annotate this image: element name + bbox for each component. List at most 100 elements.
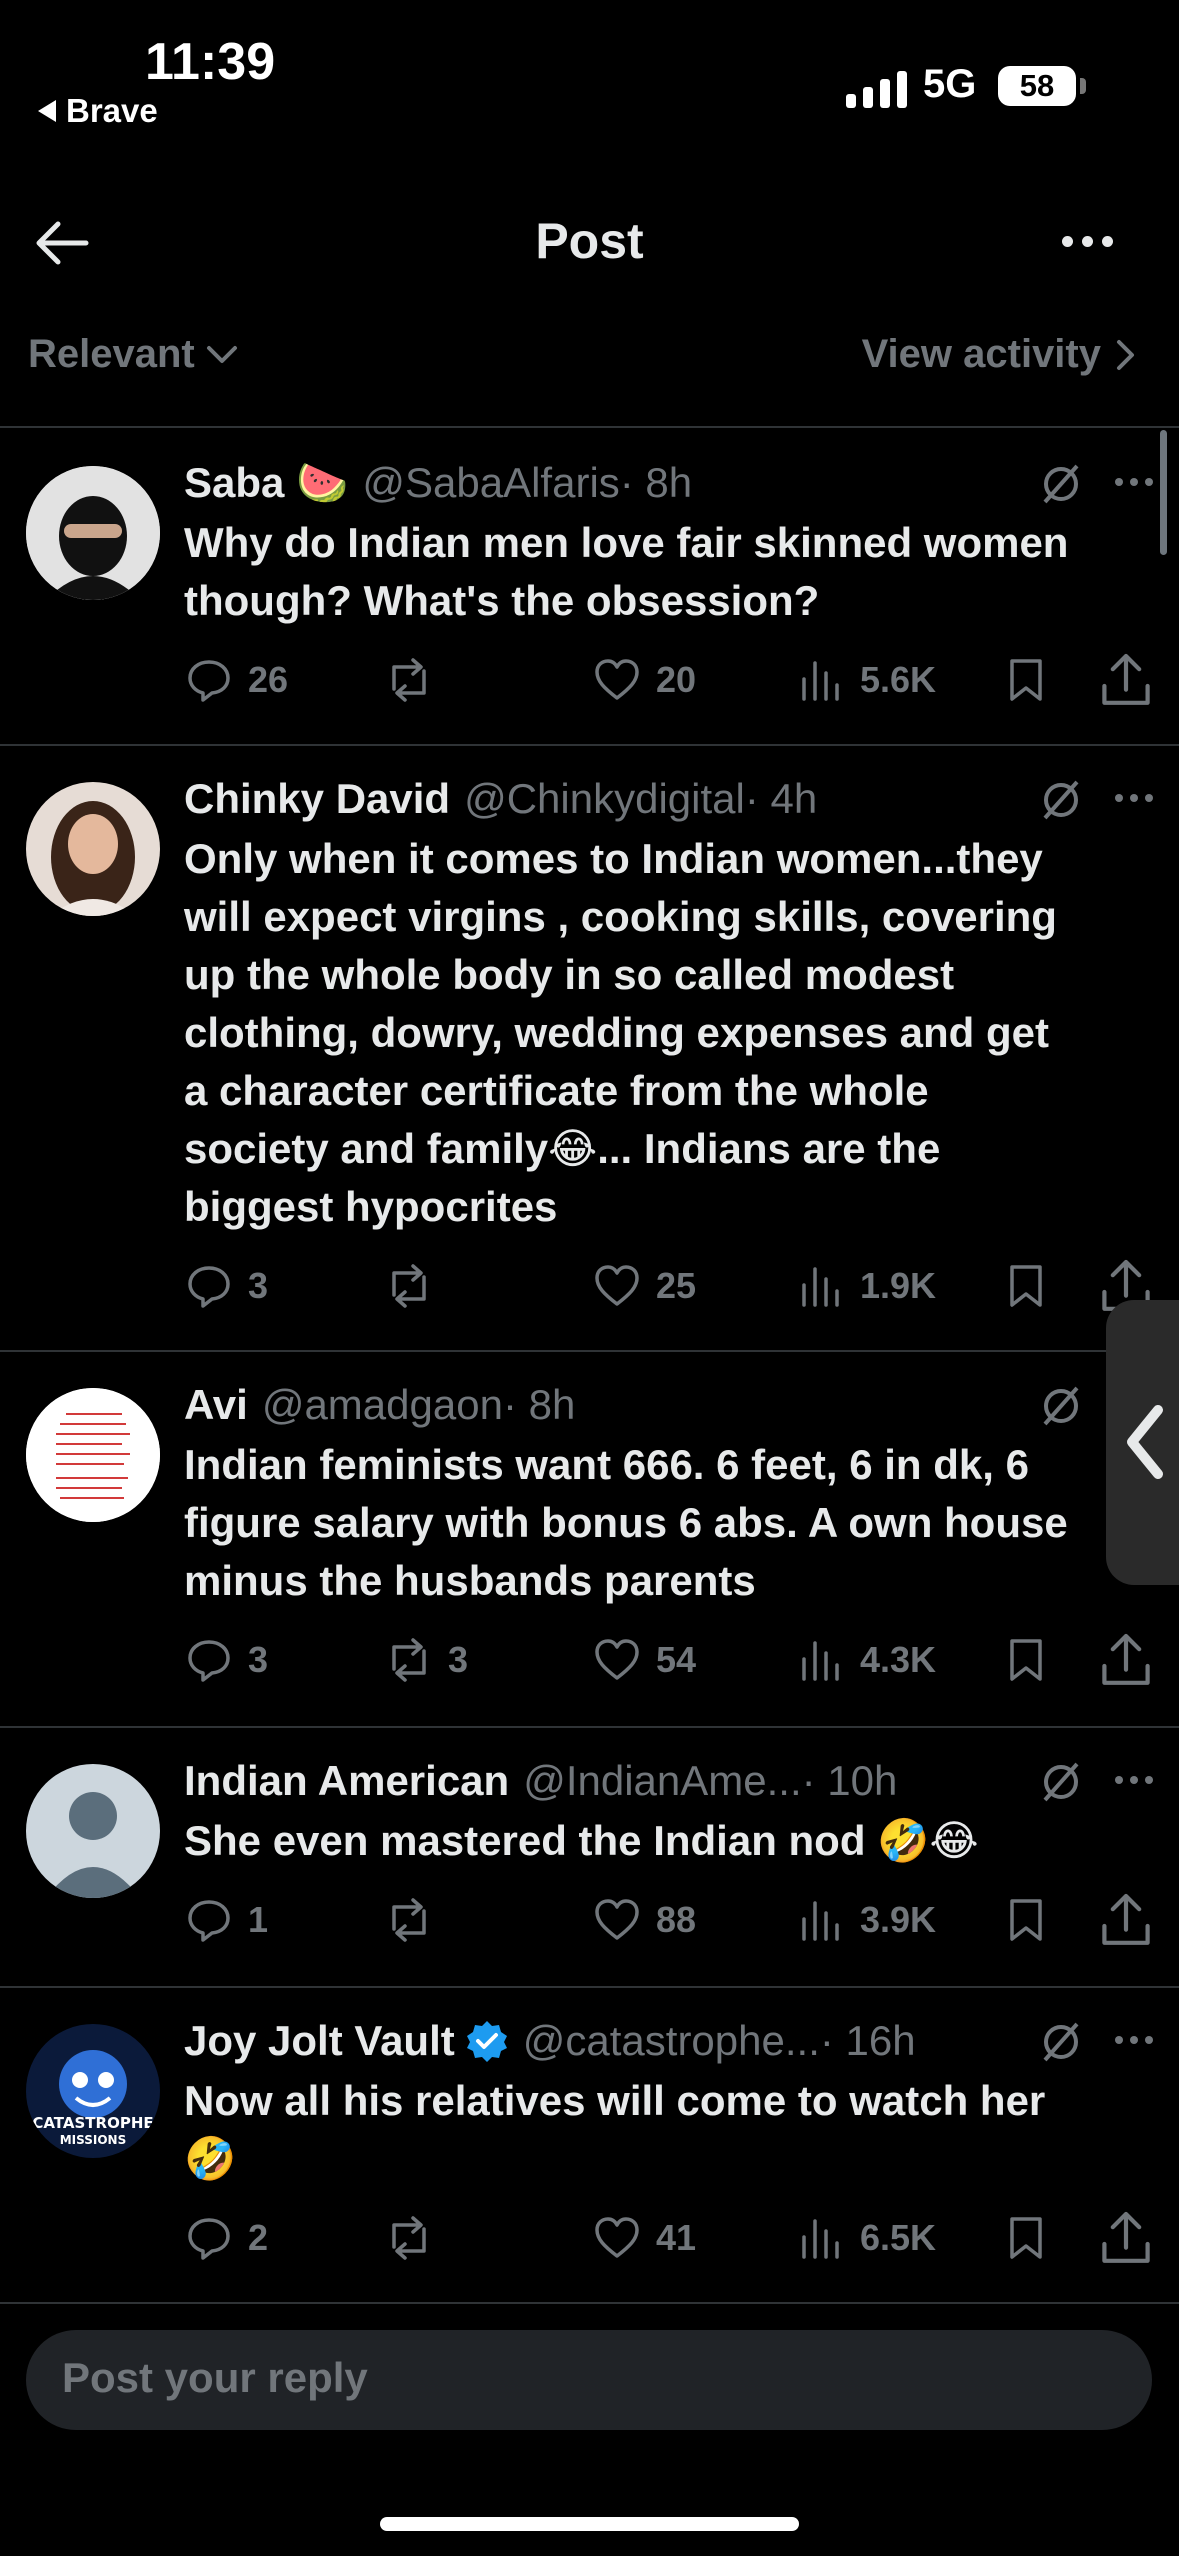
author-handle[interactable]: @SabaAlfaris bbox=[362, 459, 619, 507]
views-button[interactable]: 6.5K bbox=[796, 2208, 936, 2268]
reply-item[interactable]: Avi @amadgaon · 8h Indian feminists want… bbox=[0, 1352, 1179, 1728]
grok-icon[interactable] bbox=[1039, 1762, 1083, 1802]
views-button[interactable]: 5.6K bbox=[796, 650, 936, 710]
bookmark-icon[interactable] bbox=[1004, 1256, 1048, 1316]
share-icon[interactable] bbox=[1096, 2208, 1156, 2268]
repost-button[interactable] bbox=[384, 1890, 448, 1950]
heart-icon bbox=[595, 1265, 639, 1306]
avatar[interactable] bbox=[26, 782, 160, 916]
reply-time: · 8h bbox=[619, 459, 693, 506]
author-handle[interactable]: @IndianAme... bbox=[523, 1757, 801, 1805]
like-button[interactable]: 54 bbox=[592, 1630, 696, 1690]
network-type: 5G bbox=[923, 62, 977, 106]
like-count: 41 bbox=[656, 2217, 697, 2258]
like-count: 25 bbox=[656, 1265, 697, 1306]
reply-item[interactable]: CATASTROPHE MISSIONS Joy Jolt Vault @cat… bbox=[0, 1988, 1179, 2304]
back-triangle-icon bbox=[38, 100, 56, 122]
bookmark-icon[interactable] bbox=[1004, 1890, 1048, 1950]
reply-item[interactable]: Indian American @IndianAme... · 10h She … bbox=[0, 1728, 1179, 1988]
reply-composer-input[interactable]: Post your reply bbox=[26, 2330, 1152, 2430]
bookmark-icon[interactable] bbox=[1004, 650, 1048, 710]
reply-text: Only when it comes to Indian women...the… bbox=[184, 830, 1155, 1236]
share-icon[interactable] bbox=[1096, 1890, 1156, 1950]
side-panel-handle[interactable] bbox=[1106, 1300, 1179, 1585]
author-handle[interactable]: @catastrophe... bbox=[523, 2017, 820, 2065]
like-count: 20 bbox=[656, 659, 697, 700]
author-name[interactable]: Saba 🍉 bbox=[184, 459, 348, 508]
reply-text-line: Only when it comes to Indian women...the… bbox=[184, 835, 1043, 882]
reply-text-line: minus the husbands parents bbox=[184, 1557, 756, 1604]
avatar[interactable] bbox=[26, 1388, 160, 1522]
like-button[interactable]: 25 bbox=[592, 1256, 696, 1316]
share-icon[interactable] bbox=[1096, 1630, 1156, 1690]
reply-text-line: up the whole body in so called modest bbox=[184, 951, 955, 998]
back-to-app-link[interactable]: Brave bbox=[38, 92, 158, 130]
reply-meta: Indian American @IndianAme... · 10h bbox=[184, 1752, 1155, 1810]
reply-time: · 16h bbox=[819, 2017, 916, 2064]
reply-button[interactable]: 2 bbox=[184, 2208, 268, 2268]
repost-icon bbox=[392, 658, 426, 702]
comment-icon bbox=[188, 1266, 230, 1308]
reply-actions: 2 41 6.5K bbox=[184, 2208, 1155, 2268]
author-name[interactable]: Indian American bbox=[184, 1757, 509, 1805]
verified-badge-icon bbox=[466, 2021, 507, 2062]
avatar[interactable]: CATASTROPHE MISSIONS bbox=[26, 2024, 160, 2158]
reply-item[interactable]: Chinky David @Chinkydigital · 4h Only wh… bbox=[0, 746, 1179, 1352]
views-button[interactable]: 3.9K bbox=[796, 1890, 936, 1950]
like-button[interactable]: 88 bbox=[592, 1890, 696, 1950]
repost-count: 3 bbox=[448, 1639, 469, 1680]
author-handle[interactable]: @amadgaon bbox=[262, 1381, 503, 1429]
grok-icon[interactable] bbox=[1039, 2022, 1083, 2062]
grok-icon[interactable] bbox=[1039, 1386, 1083, 1426]
view-count: 4.3K bbox=[860, 1639, 937, 1680]
reply-text-line: a character certificate from the whole bbox=[184, 1067, 929, 1114]
reply-time: · 4h bbox=[744, 775, 818, 822]
reply-text-line: biggest hypocrites bbox=[184, 1183, 558, 1230]
bookmark-icon[interactable] bbox=[1004, 2208, 1048, 2268]
repost-button[interactable]: 3 bbox=[384, 1630, 468, 1690]
reply-more-icon[interactable] bbox=[1115, 794, 1153, 802]
reply-button[interactable]: 3 bbox=[184, 1630, 268, 1690]
reply-more-icon[interactable] bbox=[1115, 1776, 1153, 1784]
views-chart-icon bbox=[802, 2219, 839, 2259]
reply-button[interactable]: 1 bbox=[184, 1890, 268, 1950]
repost-icon bbox=[392, 1264, 426, 1308]
reply-more-icon[interactable] bbox=[1115, 2036, 1153, 2044]
like-button[interactable]: 20 bbox=[592, 650, 696, 710]
reply-more-icon[interactable] bbox=[1115, 478, 1153, 486]
author-handle[interactable]: @Chinkydigital bbox=[464, 775, 745, 823]
avatar[interactable] bbox=[26, 466, 160, 600]
avatar[interactable] bbox=[26, 1764, 160, 1898]
reply-count: 3 bbox=[248, 1265, 269, 1306]
sort-dropdown[interactable]: Relevant bbox=[28, 332, 239, 377]
status-time: 11:39 bbox=[145, 33, 276, 91]
avatar-logo-text: CATASTROPHE bbox=[32, 2114, 153, 2132]
home-indicator[interactable] bbox=[380, 2517, 799, 2531]
bookmark-icon[interactable] bbox=[1004, 1630, 1048, 1690]
author-name[interactable]: Chinky David bbox=[184, 775, 450, 823]
reply-text: She even mastered the Indian nod 🤣😂 bbox=[184, 1812, 1155, 1870]
reply-text-line: Indian feminists want 666. 6 feet, 6 in … bbox=[184, 1441, 1029, 1488]
reply-item[interactable]: Saba 🍉 @SabaAlfaris · 8h Why do Indian m… bbox=[0, 430, 1179, 746]
reply-meta: Chinky David @Chinkydigital · 4h bbox=[184, 770, 1155, 828]
grok-icon[interactable] bbox=[1039, 780, 1083, 820]
repost-button[interactable] bbox=[384, 2208, 448, 2268]
more-options-icon[interactable] bbox=[1062, 236, 1113, 247]
reply-count: 2 bbox=[248, 2217, 269, 2258]
views-button[interactable]: 1.9K bbox=[796, 1256, 936, 1316]
reply-button[interactable]: 3 bbox=[184, 1256, 268, 1316]
view-activity-link[interactable]: View activity bbox=[862, 332, 1137, 377]
reply-count: 3 bbox=[248, 1639, 269, 1680]
grok-icon[interactable] bbox=[1039, 464, 1083, 504]
like-button[interactable]: 41 bbox=[592, 2208, 696, 2268]
reply-button[interactable]: 26 bbox=[184, 650, 288, 710]
repost-icon bbox=[392, 1898, 426, 1942]
views-chart-icon bbox=[802, 1267, 839, 1307]
repost-button[interactable] bbox=[384, 650, 448, 710]
reply-text-line: Why do Indian men love fair skinned wome… bbox=[184, 519, 1069, 566]
author-name[interactable]: Avi bbox=[184, 1381, 248, 1429]
share-icon[interactable] bbox=[1096, 650, 1156, 710]
views-button[interactable]: 4.3K bbox=[796, 1630, 936, 1690]
author-name[interactable]: Joy Jolt Vault bbox=[184, 2017, 455, 2065]
repost-button[interactable] bbox=[384, 1256, 448, 1316]
